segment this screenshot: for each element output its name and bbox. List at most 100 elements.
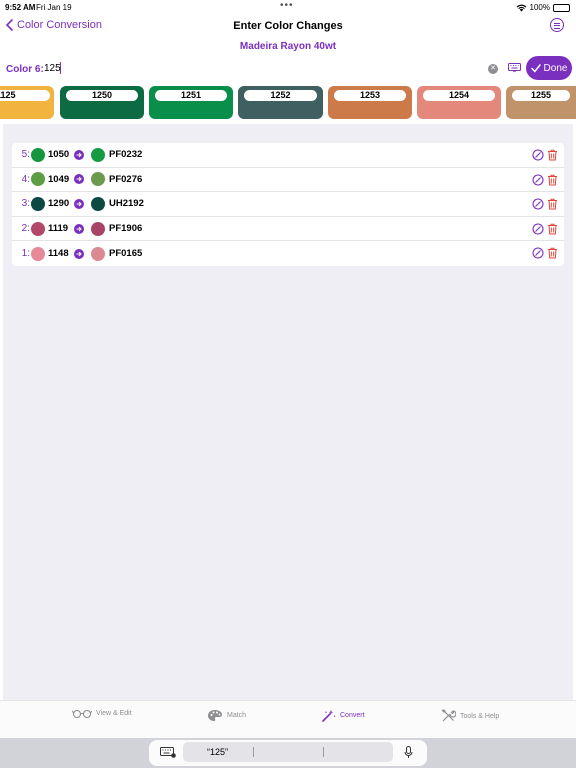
color-suggestion-strip: 1125 1250 1251 1252 1253 1254 1255 [0, 86, 576, 120]
clear-icon[interactable]: ✕ [488, 64, 498, 74]
from-color-dot [31, 172, 45, 187]
tab-tools-help[interactable]: Tools & Help [441, 709, 499, 723]
to-color-dot [91, 246, 105, 261]
arrow-right-icon [74, 174, 84, 185]
from-color-code: 1290 [48, 198, 70, 210]
tab-label: View & Edit [96, 710, 132, 717]
trash-icon[interactable] [547, 247, 558, 259]
arrow-right-icon [74, 198, 84, 209]
trash-icon[interactable] [547, 223, 558, 235]
suggestion-item[interactable]: “125” [207, 747, 228, 757]
color-input-label: Color 6: [6, 64, 44, 75]
color-change-list: 5: 1050 PF0232 4: 1049 PF0276 3: 1290 UH… [12, 143, 564, 266]
from-color-dot [31, 196, 45, 211]
swatch-item[interactable]: 1125 [0, 86, 54, 119]
swatch-label: 1252 [244, 90, 317, 101]
tab-label: Convert [340, 712, 365, 719]
from-color-code: 1050 [48, 149, 70, 161]
from-color-code: 1049 [48, 173, 70, 185]
magic-wand-icon [322, 710, 336, 722]
page-title: Enter Color Changes [233, 20, 343, 32]
tab-match[interactable]: Match [207, 709, 246, 722]
tab-label: Tools & Help [460, 712, 500, 720]
tab-bar: View & Edit Match Convert Tools & Help [0, 700, 576, 738]
row-actions [532, 149, 558, 161]
swatch-item[interactable]: 1254 [417, 86, 501, 119]
glasses-icon [72, 709, 92, 718]
no-match-icon[interactable] [532, 247, 544, 259]
status-right: 100% [516, 3, 570, 12]
swatch-item[interactable]: 1252 [238, 86, 323, 119]
row-actions [532, 223, 558, 235]
trash-icon[interactable] [547, 198, 558, 210]
no-match-icon[interactable] [532, 174, 544, 186]
from-color-dot [31, 246, 45, 261]
no-match-icon[interactable] [532, 149, 544, 161]
no-match-icon[interactable] [532, 198, 544, 210]
multitask-dots-icon[interactable]: ••• [280, 0, 294, 11]
menu-icon[interactable] [550, 18, 564, 32]
tab-convert[interactable]: Convert [322, 709, 365, 722]
swatch-label: 1254 [423, 90, 495, 101]
color-change-row[interactable]: 5: 1050 PF0232 [12, 143, 564, 168]
row-number: 2: [21, 223, 30, 235]
battery-icon [553, 3, 570, 12]
tab-label: Match [227, 712, 247, 719]
arrow-right-icon [74, 149, 84, 160]
arrow-right-icon [74, 248, 84, 259]
row-number: 3: [21, 198, 30, 210]
navigation-bar: Color Conversion Enter Color Changes Mad… [0, 14, 576, 56]
keyboard-shortcut-bar: “125” [149, 740, 427, 766]
from-color-dot [31, 221, 45, 236]
color-change-row[interactable]: 2: 1119 PF1906 [12, 217, 564, 242]
color-change-row[interactable]: 1: 1148 PF0165 [12, 241, 564, 266]
text-cursor [60, 62, 61, 74]
wifi-icon [516, 4, 526, 12]
row-number: 1: [21, 248, 30, 260]
thread-brand-subtitle: Madeira Rayon 40wt [239, 41, 337, 52]
keyboard-dismiss-icon[interactable] [160, 747, 176, 758]
swatch-label: 1253 [334, 90, 406, 101]
row-actions [532, 198, 558, 210]
swatch-item[interactable]: 1250 [60, 86, 144, 119]
from-color-code: 1148 [48, 248, 69, 260]
row-number: 4: [21, 173, 30, 185]
microphone-icon[interactable] [404, 746, 413, 759]
to-color-dot [91, 221, 105, 236]
swatch-item[interactable]: 1253 [328, 86, 412, 119]
keyboard-icon[interactable] [508, 63, 521, 73]
to-color-code: PF1906 [109, 223, 143, 235]
swatch-item[interactable]: 1251 [149, 86, 233, 119]
color-changes-area: 5: 1050 PF0232 4: 1049 PF0276 3: 1290 UH… [3, 124, 573, 700]
keyboard-accessory-bar: “125” [0, 738, 576, 768]
palette-icon [208, 710, 222, 721]
to-color-code: PF0165 [109, 248, 143, 260]
autocorrect-suggestions: “125” [183, 742, 393, 762]
trash-icon[interactable] [547, 149, 558, 161]
done-button[interactable]: Done [526, 56, 572, 80]
to-color-code: PF0232 [109, 149, 143, 161]
color-change-row[interactable]: 4: 1049 PF0276 [12, 168, 564, 193]
no-match-icon[interactable] [532, 223, 544, 235]
trash-icon[interactable] [547, 174, 558, 186]
row-actions [532, 174, 558, 186]
battery-percent: 100% [529, 3, 550, 12]
swatch-item[interactable]: 1255 [506, 86, 576, 119]
swatch-label: 1250 [66, 90, 138, 101]
status-bar: 9:52 AM Fri Jan 19 ••• 100% [0, 0, 576, 14]
swatch-label: 1125 [0, 90, 50, 101]
from-color-dot [31, 147, 45, 162]
arrow-right-icon [74, 223, 84, 234]
suggestion-divider [323, 747, 324, 757]
tab-view-edit[interactable]: View & Edit [72, 709, 132, 718]
color-input[interactable] [44, 63, 424, 74]
to-color-dot [91, 196, 105, 211]
color-input-row: Color 6: ✕ Done [0, 56, 576, 82]
to-color-code: PF0276 [109, 173, 143, 185]
status-time: 9:52 AM [5, 3, 36, 12]
to-color-dot [91, 172, 105, 187]
to-color-dot [91, 147, 105, 162]
color-change-row[interactable]: 3: 1290 UH2192 [12, 192, 564, 217]
row-number: 5: [21, 149, 30, 161]
checkmark-icon [530, 63, 541, 73]
